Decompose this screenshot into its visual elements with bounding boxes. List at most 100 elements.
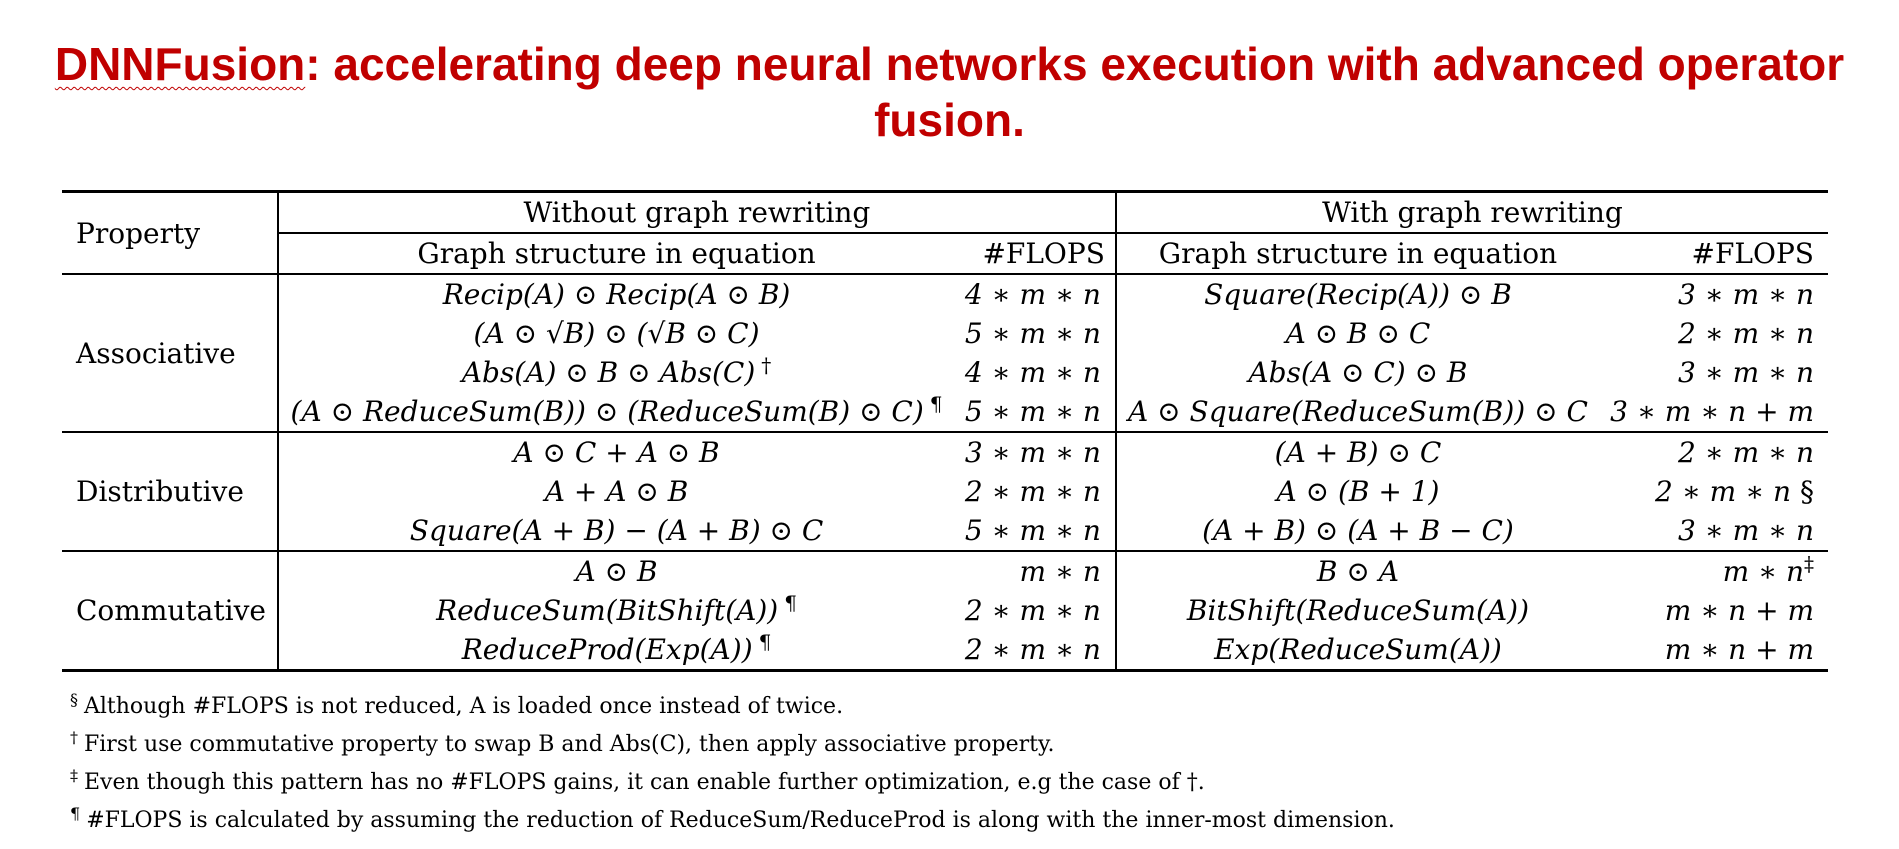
without-equation-cell: A ⊙ B: [276, 550, 955, 591]
header-row-2: Graph structure in equation #FLOPS Graph…: [62, 232, 1828, 274]
table-row: ReduceProd(Exp(A)) ¶ 2 ∗ m ∗ n Exp(ReduceSu…: [62, 630, 1828, 671]
with-flops: m ∗ n: [1722, 555, 1804, 588]
with-flops: m ∗ n + m: [1664, 594, 1814, 627]
without-equation: (A ⊙ ReduceSum(B)) ⊙ (ReduceSum(B) ⊙ C): [290, 395, 924, 428]
table-row: Abs(A) ⊙ B ⊙ Abs(C) † 4 ∗ m ∗ n Abs(A ⊙ C) …: [62, 353, 1828, 392]
with-flops-cell: 2 ∗ m ∗ n §: [1599, 472, 1828, 511]
table-row: A + A ⊙ B2 ∗ m ∗ nA ⊙ (B + 1) 2 ∗ m ∗ n §: [62, 472, 1828, 511]
without-flops-cell: 5 ∗ m ∗ n: [964, 395, 1101, 428]
footnote-text: First use commutative property to swap B…: [84, 732, 1055, 757]
footnote-mark: ¶: [758, 629, 772, 654]
title-rest: : accelerating deep neural networks exec…: [305, 38, 1845, 146]
property-header: Property: [76, 216, 201, 250]
with-flops-col-header: #FLOPS: [1599, 232, 1828, 274]
with-flops-cell: m ∗ n‡: [1599, 550, 1828, 591]
with-flops: m ∗ n + m: [1664, 633, 1814, 666]
without-flops-cell: 4 ∗ m ∗ n: [964, 356, 1101, 389]
table-row: Commutative A ⊙ Bm ∗ nB ⊙ Am ∗ n‡: [62, 550, 1828, 671]
with-equation-cell: A ⊙ (B + 1): [1114, 472, 1600, 511]
table-row: Associative Recip(A) ⊙ Recip(A ⊙ B) 4 ∗ m …: [62, 273, 1828, 432]
property-cell: Distributive: [62, 431, 278, 551]
with-flops-cell: 3 ∗ m ∗ n: [1599, 273, 1828, 314]
with-equation-cell: (A + B) ⊙ (A + B − C): [1114, 511, 1600, 551]
property-cell: Commutative: [62, 550, 278, 671]
without-header: Without graph rewriting: [276, 191, 1116, 233]
without-flops-cell: 5 ∗ m ∗ n: [964, 514, 1101, 547]
footnote-text: Although #FLOPS is not reduced, A is loa…: [84, 694, 844, 719]
with-equation-cell: A ⊙ B ⊙ C: [1114, 314, 1600, 353]
with-flops: 3 ∗ m ∗ n: [1677, 514, 1814, 547]
without-flops-cell: 2 ∗ m ∗ n: [964, 475, 1101, 508]
with-equation-cell: B ⊙ A: [1114, 550, 1600, 591]
with-flops: 2 ∗ m ∗ n: [1677, 436, 1814, 469]
with-equation-cell: Square(Recip(A)) ⊙ B: [1114, 273, 1600, 314]
table-row: Square(A + B) − (A + B) ⊙ C 5 ∗ m ∗ n (A +…: [62, 511, 1828, 551]
property-cell: Associative: [62, 273, 278, 432]
without-eq-col-header: Graph structure in equation: [276, 232, 955, 274]
without-equation-cell: (A ⊙ ReduceSum(B)) ⊙ (ReduceSum(B) ⊙ C) ¶: [276, 391, 955, 432]
without-equation-cell: ReduceProd(Exp(A)) ¶: [276, 629, 955, 671]
with-flops: 2 ∗ m ∗ n: [1677, 317, 1814, 350]
without-equation: A ⊙ C + A ⊙ B: [513, 436, 720, 469]
table-row: (A ⊙ ReduceSum(B)) ⊙ (ReduceSum(B) ⊙ C) ¶…: [62, 392, 1828, 432]
without-flops-cell: 4 ∗ m ∗ n: [954, 273, 1116, 314]
with-flops-cell: 3 ∗ m ∗ n + m: [1599, 392, 1828, 432]
with-flops: 3 ∗ m ∗ n: [1677, 356, 1814, 389]
without-equation-cell: A ⊙ C + A ⊙ B: [276, 431, 955, 472]
with-flops-cell: m ∗ n + m: [1599, 630, 1828, 671]
slide-title: DNNFusion: accelerating deep neural netw…: [0, 36, 1899, 148]
with-flops: 3 ∗ m ∗ n: [1677, 278, 1814, 311]
with-equation-cell: A ⊙ Square(ReduceSum(B)) ⊙ C: [1114, 392, 1600, 432]
footnote-mark: ‡: [1804, 551, 1814, 576]
comparison-table: Property Without graph rewriting With gr…: [62, 190, 1828, 672]
footnote: ‡ Even though this pattern has no #FLOPS …: [70, 764, 1830, 802]
without-equation-cell: ReduceSum(BitShift(A)) ¶: [276, 590, 955, 630]
with-flops-cell: m ∗ n + m: [1599, 591, 1828, 630]
without-equation: Square(A + B) − (A + B) ⊙ C: [409, 514, 824, 547]
with-equation-cell: BitShift(ReduceSum(A)): [1114, 591, 1600, 630]
with-flops: 3 ∗ m ∗ n + m: [1610, 395, 1814, 428]
with-header: With graph rewriting: [1114, 191, 1828, 233]
without-equation: ReduceProd(Exp(A)): [461, 633, 753, 666]
without-equation-cell: (A ⊙ √B) ⊙ (√B ⊙ C): [276, 314, 955, 353]
without-equation-cell: A + A ⊙ B: [276, 472, 955, 511]
without-equation: ReduceSum(BitShift(A)): [436, 594, 779, 627]
without-flops-cell: 2 ∗ m ∗ n: [964, 633, 1101, 666]
without-equation-cell: Abs(A) ⊙ B ⊙ Abs(C) †: [276, 353, 955, 392]
footnote-symbol: §: [70, 689, 78, 709]
footnote-mark: ¶: [784, 590, 797, 615]
header-row-1: Property Without graph rewriting With gr…: [62, 191, 1828, 250]
with-equation-cell: Abs(A ⊙ C) ⊙ B: [1114, 353, 1600, 392]
footnote-symbol: †: [70, 727, 78, 747]
without-flops-col-header: #FLOPS: [954, 232, 1116, 274]
with-flops-cell: 2 ∗ m ∗ n: [1599, 431, 1828, 472]
without-equation: Recip(A) ⊙ Recip(A ⊙ B): [442, 278, 791, 311]
with-equation-cell: Exp(ReduceSum(A)): [1114, 630, 1600, 671]
table-row: Distributive A ⊙ C + A ⊙ B 3 ∗ m ∗ n (A + B…: [62, 431, 1828, 551]
footnote-text: #FLOPS is calculated by assuming the red…: [86, 808, 1395, 833]
table-row: ReduceSum(BitShift(A)) ¶ 2 ∗ m ∗ n BitShift…: [62, 591, 1828, 630]
footnote: † First use commutative property to swap …: [70, 726, 1830, 764]
without-equation: A ⊙ B: [575, 555, 658, 588]
footnote-mark: §: [1791, 475, 1814, 508]
with-flops-cell: 3 ∗ m ∗ n: [1599, 511, 1828, 551]
with-flops-cell: 3 ∗ m ∗ n: [1599, 353, 1828, 392]
title-paper-name: DNNFusion: [54, 38, 306, 90]
without-flops-cell: m ∗ n: [954, 550, 1116, 591]
without-flops-cell: 2 ∗ m ∗ n: [964, 594, 1101, 627]
footnote: ¶ #FLOPS is calculated by assuming the re…: [70, 802, 1830, 840]
without-equation: (A ⊙ √B) ⊙ (√B ⊙ C): [473, 317, 760, 350]
with-flops: 2 ∗ m ∗ n: [1655, 475, 1792, 508]
without-flops-cell: 5 ∗ m ∗ n: [964, 317, 1101, 350]
table-row: (A ⊙ √B) ⊙ (√B ⊙ C) 5 ∗ m ∗ n A ⊙ B ⊙ C 2 ∗…: [62, 314, 1828, 353]
comparison-table-container: Property Without graph rewriting With gr…: [62, 190, 1828, 672]
footnotes: § Although #FLOPS is not reduced, A is lo…: [70, 688, 1830, 840]
without-equation: Abs(A) ⊙ B ⊙ Abs(C): [461, 356, 756, 389]
without-equation-cell: Square(A + B) − (A + B) ⊙ C: [276, 511, 955, 551]
footnote: § Although #FLOPS is not reduced, A is lo…: [70, 688, 1830, 726]
footnote-symbol: ‡: [70, 765, 78, 785]
footnote-text: Even though this pattern has no #FLOPS g…: [84, 770, 1205, 795]
footnote-mark: ¶: [929, 391, 943, 416]
without-equation: A + A ⊙ B: [544, 475, 689, 508]
footnote-symbol: ¶: [70, 803, 81, 823]
